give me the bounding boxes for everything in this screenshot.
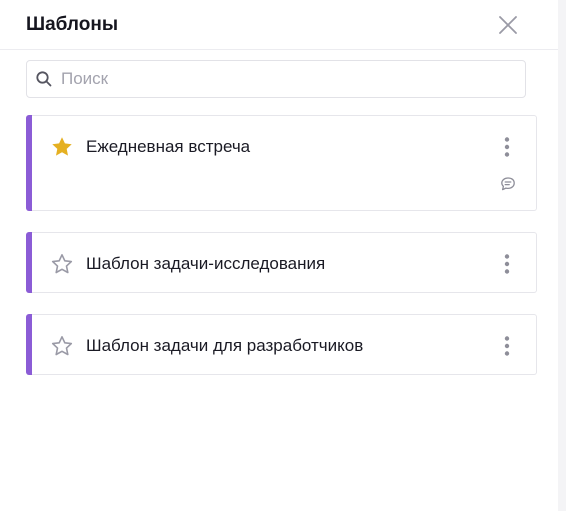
search-box[interactable] [26,60,526,98]
search-input[interactable] [61,61,511,97]
template-title: Шаблон задачи для разработчиков [86,336,364,355]
star-outline-icon[interactable] [50,334,74,358]
card-accent-bar [26,115,32,211]
more-vertical-icon[interactable] [496,334,518,358]
search-icon [36,71,52,87]
template-card[interactable]: Шаблон задачи для разработчиков [26,314,537,375]
card-accent-bar [26,232,32,293]
panel-title: Шаблоны [26,14,119,35]
more-vertical-icon[interactable] [496,252,518,276]
panel-header: Шаблоны [0,0,558,50]
close-button[interactable] [494,11,522,39]
templates-panel: Шаблоны Ежедневная встреча [0,0,558,511]
star-outline-icon[interactable] [50,252,74,276]
template-card[interactable]: Шаблон задачи-исследования [26,232,537,293]
template-title: Ежедневная встреча [86,137,251,156]
card-accent-bar [26,314,32,375]
close-icon [499,16,517,34]
star-filled-icon[interactable] [50,135,74,159]
more-vertical-icon[interactable] [496,135,518,159]
template-card[interactable]: Ежедневная встреча [26,115,537,211]
comment-icon [501,177,515,191]
template-title: Шаблон задачи-исследования [86,254,326,273]
scrollbar-track[interactable] [558,0,566,511]
